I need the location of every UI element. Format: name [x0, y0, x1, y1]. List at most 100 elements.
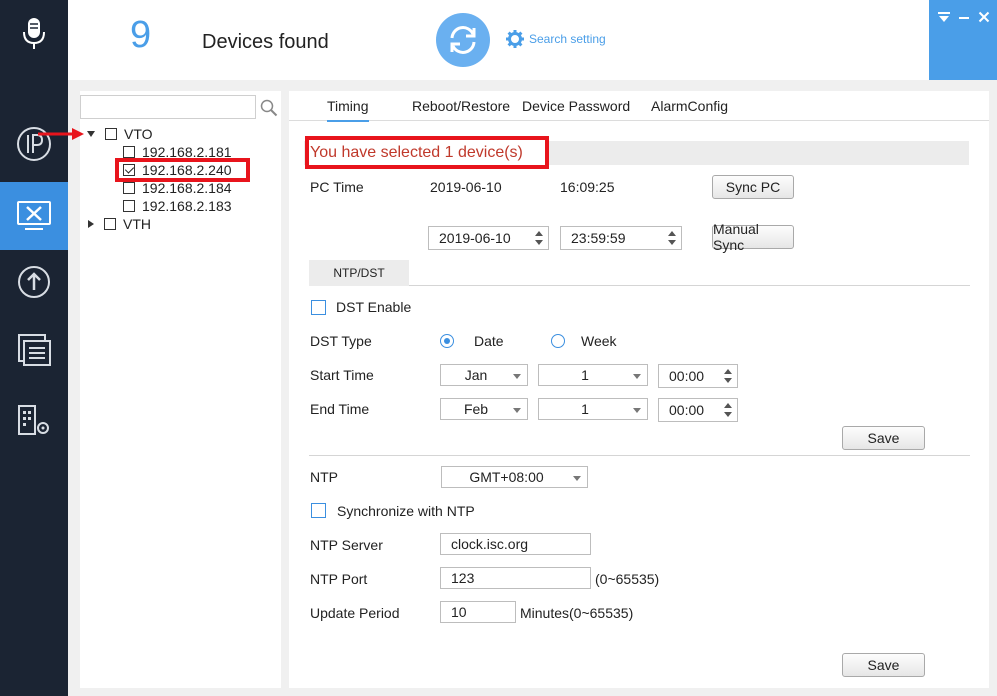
start-time-value: 00:00: [669, 368, 705, 384]
menu-down-icon: [938, 12, 950, 22]
spinner-arrows-icon[interactable]: [667, 230, 677, 246]
search-setting-link[interactable]: Search setting: [506, 30, 606, 48]
tree-group-vto[interactable]: VTO: [87, 125, 153, 143]
save-ntp-button[interactable]: Save: [842, 653, 925, 677]
save-dst-button[interactable]: Save: [842, 426, 925, 450]
manual-time-picker[interactable]: 23:59:59: [560, 226, 682, 250]
tab-alarm-config[interactable]: AlarmConfig: [651, 98, 728, 114]
ntp-server-input[interactable]: [440, 533, 591, 555]
ntp-port-range: (0~65535): [595, 571, 660, 587]
device-checkbox[interactable]: [123, 200, 135, 212]
close-icon: [978, 11, 990, 23]
end-day-select[interactable]: 1: [538, 398, 648, 420]
dst-type-date-radio[interactable]: [440, 334, 454, 348]
rail-item-config[interactable]: [0, 182, 68, 250]
microphone-icon: [23, 18, 45, 49]
manual-time-value: 23:59:59: [571, 230, 626, 246]
start-month-select[interactable]: Jan: [440, 364, 528, 386]
dst-enable-checkbox[interactable]: [311, 300, 326, 315]
device-search-input[interactable]: [80, 95, 256, 119]
ntp-timezone-value: GMT+08:00: [469, 469, 544, 485]
sync-pc-button[interactable]: Sync PC: [712, 175, 794, 199]
section-divider: [309, 455, 970, 456]
ntp-server-label: NTP Server: [310, 537, 383, 553]
ntp-port-label: NTP Port: [310, 571, 368, 587]
chevron-down-icon: [513, 374, 521, 379]
expand-arrow-icon[interactable]: [87, 131, 95, 137]
start-day-value: 1: [581, 367, 589, 383]
dst-type-label: DST Type: [310, 333, 372, 349]
search-icon[interactable]: [260, 99, 278, 117]
tree-device[interactable]: 192.168.2.183: [123, 197, 232, 215]
settings-panel: Timing Reboot/Restore Device Password Al…: [289, 91, 989, 688]
dst-type-week-radio[interactable]: [551, 334, 565, 348]
update-period-input[interactable]: [440, 601, 516, 623]
rail-item-intercom[interactable]: [0, 0, 68, 68]
pc-time-value: 16:09:25: [560, 179, 615, 195]
rail-item-building[interactable]: [0, 386, 68, 454]
dst-type-week-label: Week: [581, 333, 617, 349]
chevron-down-icon: [633, 408, 641, 413]
tab-reboot-restore[interactable]: Reboot/Restore: [412, 98, 510, 114]
building-settings-icon: [18, 405, 49, 435]
close-button[interactable]: [975, 8, 993, 26]
subtab-bar: NTP/DST: [309, 260, 970, 286]
end-month-value: Feb: [463, 401, 489, 417]
collapse-arrow-icon[interactable]: [88, 220, 94, 228]
ntp-label: NTP: [310, 469, 338, 485]
ntp-timezone-select[interactable]: GMT+08:00: [441, 466, 588, 488]
device-ip: 192.168.2.184: [142, 180, 232, 196]
dst-enable-label: DST Enable: [336, 299, 412, 315]
tab-timing[interactable]: Timing: [327, 98, 369, 122]
window-controls: [929, 0, 997, 80]
update-period-unit: Minutes(0~65535): [520, 605, 634, 621]
refresh-button[interactable]: [436, 13, 490, 67]
selected-devices-message: You have selected 1 device(s): [310, 144, 523, 161]
update-period-label: Update Period: [310, 605, 400, 621]
tree-group-vth[interactable]: VTH: [88, 215, 151, 233]
sync-ntp-checkbox[interactable]: [311, 503, 326, 518]
start-day-select[interactable]: 1: [538, 364, 648, 386]
devices-found-label: Devices found: [202, 31, 329, 53]
spinner-arrows-icon[interactable]: [723, 402, 733, 418]
subtab-ntp-dst[interactable]: NTP/DST: [309, 260, 409, 286]
manual-date-picker[interactable]: 2019-06-10: [428, 226, 549, 250]
sync-ntp-label: Synchronize with NTP: [337, 503, 475, 519]
tab-device-password[interactable]: Device Password: [522, 98, 630, 114]
minimize-icon: [959, 17, 969, 19]
ntp-port-input[interactable]: [440, 567, 591, 589]
device-checkbox[interactable]: [123, 182, 135, 194]
annotation-arrow-icon: [38, 128, 84, 140]
side-rail: [0, 0, 68, 696]
search-setting-label: Search setting: [529, 32, 606, 46]
end-month-select[interactable]: Feb: [440, 398, 528, 420]
start-month-value: Jan: [464, 367, 488, 383]
end-day-value: 1: [581, 401, 589, 417]
end-time-label: End Time: [310, 401, 370, 417]
device-ip: 192.168.2.183: [142, 198, 232, 214]
dst-type-date-label: Date: [474, 333, 504, 349]
gear-icon: [506, 30, 524, 48]
device-checkbox[interactable]: [123, 146, 135, 158]
end-time-picker[interactable]: 00:00: [658, 398, 738, 422]
rail-item-list[interactable]: [0, 316, 68, 384]
refresh-icon: [450, 26, 476, 54]
chevron-down-icon: [633, 374, 641, 379]
chevron-down-icon: [513, 408, 521, 413]
start-time-picker[interactable]: 00:00: [658, 364, 738, 388]
group-checkbox-vth[interactable]: [104, 218, 116, 230]
rail-item-upgrade[interactable]: [0, 248, 68, 316]
group-checkbox-vto[interactable]: [105, 128, 117, 140]
rail-item-ip[interactable]: [0, 110, 68, 178]
annotation-highlight-box: [115, 158, 250, 182]
spinner-arrows-icon[interactable]: [534, 230, 544, 246]
minimize-button[interactable]: [955, 8, 973, 26]
chevron-down-icon: [573, 476, 581, 481]
header-bar: 9 Devices found Search setting: [68, 0, 929, 80]
pc-time-label: PC Time: [310, 179, 364, 195]
group-label: VTO: [124, 126, 153, 142]
menu-down-button[interactable]: [935, 8, 953, 26]
group-label: VTH: [123, 216, 151, 232]
manual-sync-button[interactable]: Manual Sync: [712, 221, 794, 253]
spinner-arrows-icon[interactable]: [723, 368, 733, 384]
